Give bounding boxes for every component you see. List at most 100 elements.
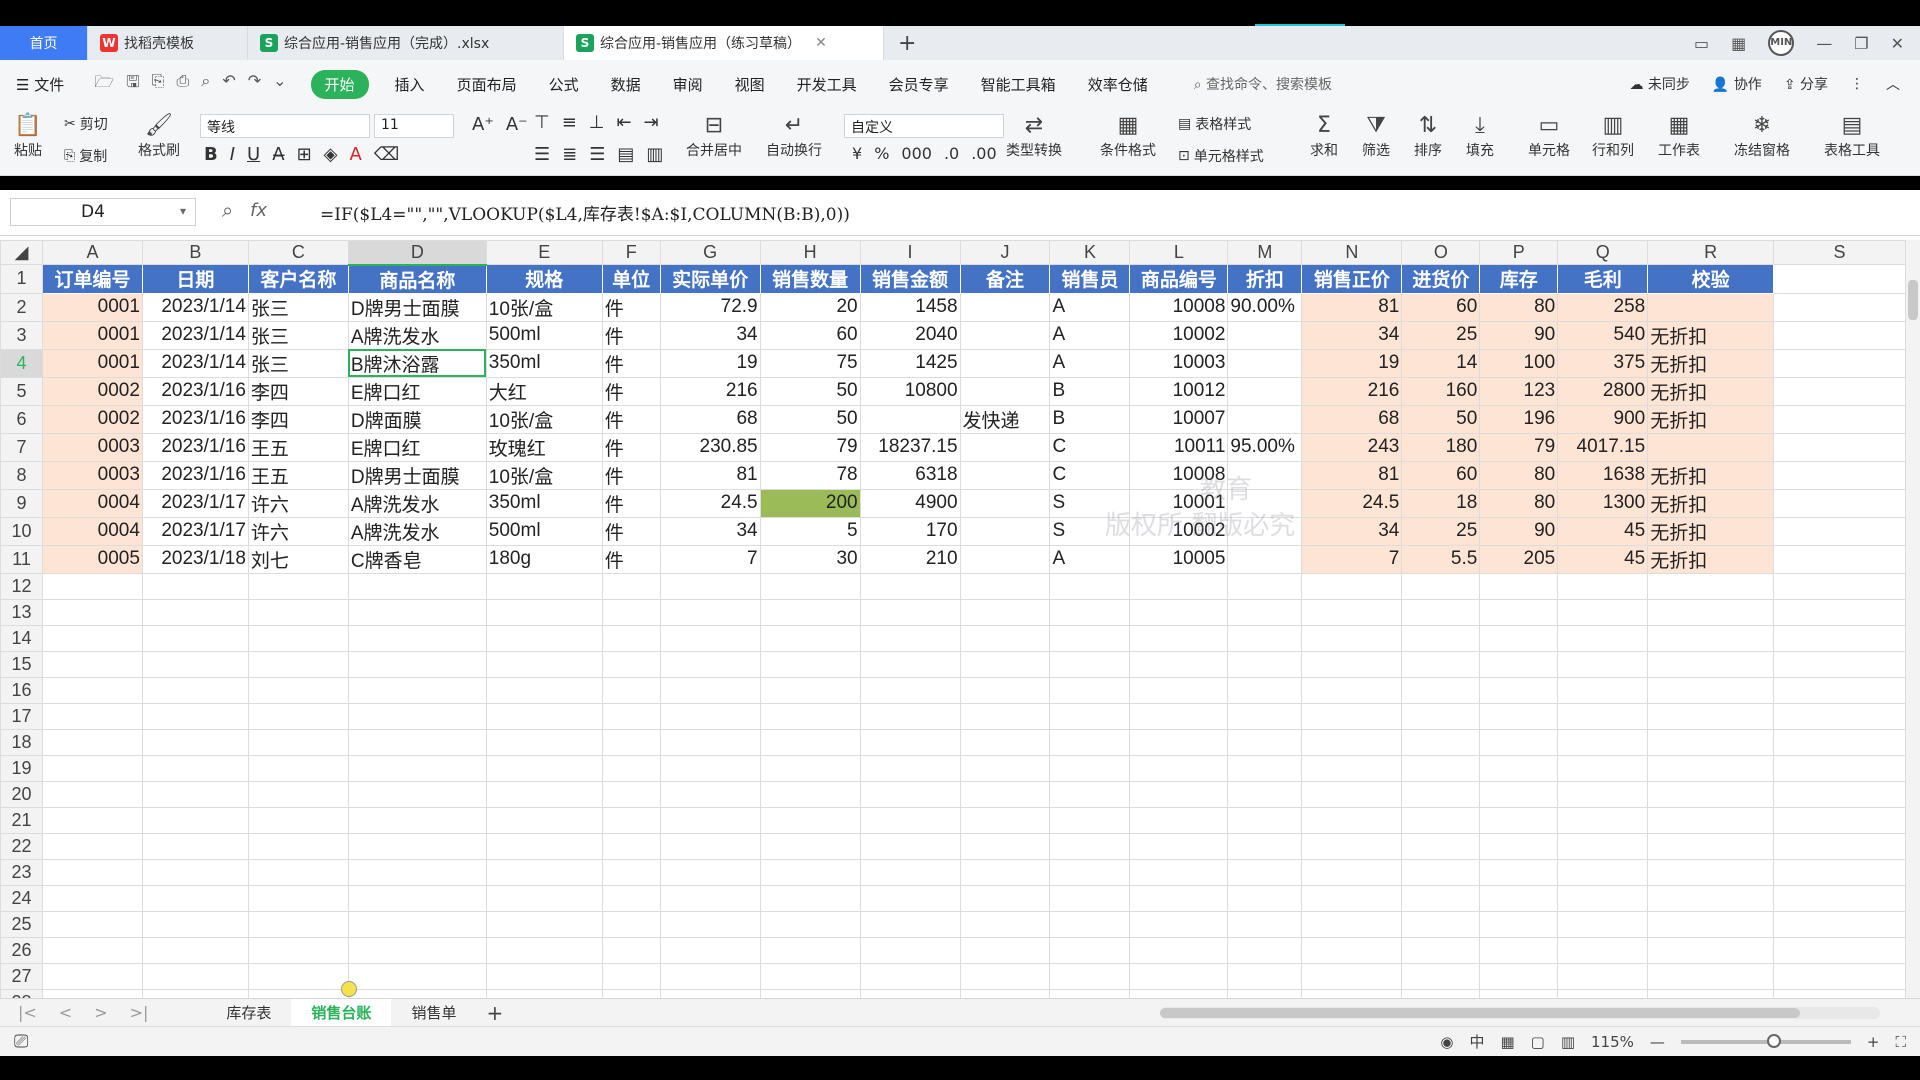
cell[interactable]: 10011 bbox=[1129, 432, 1229, 462]
number-format-select[interactable]: 自定义 bbox=[844, 114, 1004, 138]
cell[interactable] bbox=[1401, 936, 1481, 964]
cell[interactable]: 10张/盒 bbox=[485, 292, 603, 322]
cell[interactable] bbox=[247, 780, 349, 808]
cell[interactable] bbox=[1773, 624, 1906, 652]
cell[interactable] bbox=[1773, 936, 1906, 964]
cell[interactable] bbox=[1301, 624, 1403, 652]
cell[interactable]: 210 bbox=[859, 544, 961, 574]
cell[interactable] bbox=[959, 806, 1051, 834]
align-bottom-icon[interactable]: ⊥ bbox=[589, 112, 605, 133]
tab-file-complete[interactable]: S 综合应用-销售应用（完成）.xlsx bbox=[248, 26, 564, 60]
cell[interactable] bbox=[759, 910, 861, 938]
cell[interactable] bbox=[141, 754, 249, 782]
cell[interactable] bbox=[659, 702, 761, 730]
cell[interactable]: 1300 bbox=[1557, 488, 1649, 518]
cell[interactable] bbox=[485, 572, 603, 600]
cell[interactable] bbox=[1773, 292, 1906, 322]
cell[interactable]: 1638 bbox=[1557, 460, 1649, 490]
cell[interactable] bbox=[347, 910, 487, 938]
cell[interactable] bbox=[41, 676, 143, 704]
cell[interactable]: C bbox=[1049, 460, 1131, 490]
cell[interactable] bbox=[659, 936, 761, 964]
cell[interactable]: 72.9 bbox=[659, 292, 761, 322]
cell[interactable] bbox=[1129, 910, 1229, 938]
cell[interactable] bbox=[1773, 962, 1906, 990]
redo-icon[interactable]: ↷ bbox=[248, 71, 261, 98]
cell[interactable] bbox=[601, 728, 661, 756]
cell[interactable]: C牌香皂 bbox=[347, 544, 487, 574]
cell[interactable] bbox=[141, 832, 249, 860]
cell[interactable] bbox=[1049, 832, 1131, 860]
cell[interactable] bbox=[1227, 572, 1303, 600]
row-header[interactable]: 3 bbox=[0, 320, 43, 350]
cell[interactable] bbox=[759, 676, 861, 704]
cell[interactable]: 19 bbox=[659, 348, 761, 378]
restore-icon[interactable]: ❐ bbox=[1854, 34, 1868, 53]
cell[interactable] bbox=[959, 650, 1051, 678]
cell[interactable] bbox=[1647, 988, 1775, 998]
cell[interactable] bbox=[1129, 624, 1229, 652]
cell[interactable]: 2040 bbox=[859, 320, 961, 350]
cell[interactable] bbox=[141, 676, 249, 704]
cell[interactable] bbox=[1049, 598, 1131, 626]
cell[interactable]: 81 bbox=[659, 460, 761, 490]
cell[interactable] bbox=[347, 676, 487, 704]
cell[interactable] bbox=[759, 572, 861, 600]
cell[interactable] bbox=[601, 806, 661, 834]
cell[interactable]: 件 bbox=[601, 404, 661, 434]
cell[interactable]: 1425 bbox=[859, 348, 961, 378]
cell[interactable] bbox=[1773, 432, 1906, 462]
cell[interactable] bbox=[1647, 884, 1775, 912]
cell[interactable]: 34 bbox=[1301, 320, 1403, 350]
cell[interactable] bbox=[141, 884, 249, 912]
cell[interactable] bbox=[659, 806, 761, 834]
cell[interactable] bbox=[1479, 572, 1559, 600]
cell[interactable] bbox=[1647, 728, 1775, 756]
row-header[interactable]: 2 bbox=[0, 292, 43, 322]
menu-member[interactable]: 会员专享 bbox=[873, 74, 965, 95]
cell[interactable] bbox=[1301, 780, 1403, 808]
vertical-scrollbar[interactable] bbox=[1906, 240, 1920, 998]
cell[interactable] bbox=[1647, 780, 1775, 808]
cell[interactable] bbox=[1301, 910, 1403, 938]
cell[interactable] bbox=[347, 858, 487, 886]
scroll-thumb[interactable] bbox=[1160, 1008, 1800, 1018]
row-header[interactable]: 28 bbox=[0, 988, 43, 998]
cell[interactable]: 123 bbox=[1479, 376, 1559, 406]
cell[interactable] bbox=[1227, 404, 1303, 434]
cell[interactable] bbox=[1647, 624, 1775, 652]
cell[interactable] bbox=[1773, 488, 1906, 518]
cell[interactable] bbox=[247, 884, 349, 912]
cell[interactable] bbox=[1049, 780, 1131, 808]
cell[interactable]: 24.5 bbox=[1301, 488, 1403, 518]
cell[interactable]: 60 bbox=[1401, 292, 1481, 322]
cell[interactable] bbox=[1227, 598, 1303, 626]
cell[interactable]: 件 bbox=[601, 460, 661, 490]
cell[interactable] bbox=[1773, 884, 1906, 912]
cell[interactable]: 0003 bbox=[41, 432, 143, 462]
cell[interactable] bbox=[859, 754, 961, 782]
cell[interactable] bbox=[1401, 598, 1481, 626]
cell[interactable] bbox=[959, 676, 1051, 704]
preview-icon[interactable]: ⌕ bbox=[201, 71, 210, 98]
cell[interactable] bbox=[1479, 962, 1559, 990]
cell[interactable] bbox=[247, 806, 349, 834]
cell[interactable]: 81 bbox=[1301, 292, 1403, 322]
close-icon[interactable]: ✕ bbox=[1891, 34, 1904, 53]
cell[interactable] bbox=[247, 598, 349, 626]
cell[interactable] bbox=[1557, 676, 1649, 704]
cell[interactable] bbox=[1557, 884, 1649, 912]
formula-input[interactable]: =IF($L4="","",VLOOKUP($L4,库存表!$A:$I,COLU… bbox=[320, 200, 850, 225]
conditional-format-button[interactable]: ▦ 条件格式 bbox=[1100, 112, 1156, 160]
select-all-corner[interactable]: ◢ bbox=[0, 240, 43, 265]
cell[interactable] bbox=[959, 728, 1051, 756]
cell[interactable] bbox=[601, 936, 661, 964]
cell[interactable] bbox=[1557, 650, 1649, 678]
layout-icon[interactable]: ▭ bbox=[1694, 34, 1709, 53]
tab-template[interactable]: W 找稻壳模板 bbox=[88, 26, 248, 60]
cell[interactable]: 无折扣 bbox=[1647, 516, 1775, 546]
cell[interactable]: 196 bbox=[1479, 404, 1559, 434]
cell[interactable]: 件 bbox=[601, 376, 661, 406]
cell[interactable]: 无折扣 bbox=[1647, 404, 1775, 434]
cell[interactable] bbox=[1557, 988, 1649, 998]
